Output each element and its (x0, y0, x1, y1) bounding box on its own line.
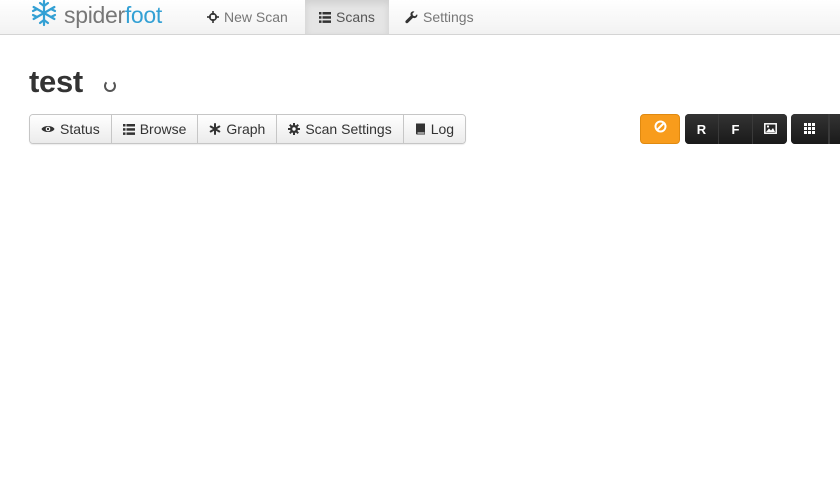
grid-icon (804, 122, 815, 137)
wrench-icon (405, 10, 418, 24)
nav-settings[interactable]: Settings (405, 0, 485, 34)
list-icon (319, 11, 331, 23)
tab-scan-settings-label: Scan Settings (305, 121, 392, 137)
brand-name: spiderfoot (64, 1, 162, 29)
view-button-group (791, 114, 840, 144)
crosshair-icon (207, 11, 219, 23)
list-icon (122, 123, 135, 135)
tab-graph[interactable]: Graph (198, 115, 278, 143)
export-f-button[interactable]: F (719, 114, 753, 144)
tab-graph-label: Graph (226, 121, 266, 137)
tab-browse-label: Browse (139, 121, 187, 137)
tab-browse[interactable]: Browse (111, 115, 199, 143)
picture-icon (763, 122, 777, 137)
tab-scan-settings[interactable]: Scan Settings (277, 115, 404, 143)
cog-icon (288, 123, 301, 135)
brand-foot-text: foot (124, 2, 163, 28)
loading-spinner-icon (104, 80, 116, 92)
export-button-group: R F (685, 114, 787, 144)
view-button-partial[interactable] (829, 114, 840, 144)
grid-view-button[interactable] (791, 114, 829, 144)
brand-logo[interactable]: spiderfoot (30, 0, 162, 30)
brand-spider-text: spider (64, 2, 125, 28)
asterisk-icon (209, 123, 221, 135)
snowflake-logo-icon (30, 0, 58, 32)
scan-tab-group: Status Browse Graph Scan Settings Log (29, 114, 467, 144)
ban-icon (654, 120, 667, 138)
eye-icon (41, 124, 55, 134)
scan-title: test (29, 64, 83, 99)
nav-scans-label: Scans (336, 9, 375, 25)
book-icon (415, 123, 426, 135)
nav-settings-label: Settings (423, 9, 474, 25)
export-image-button[interactable] (753, 114, 787, 144)
tab-status[interactable]: Status (30, 115, 112, 143)
tab-status-label: Status (60, 121, 100, 137)
top-navbar: spiderfoot New Scan Scans Settings (0, 0, 840, 35)
tab-log-label: Log (430, 121, 455, 137)
nav-scans[interactable]: Scans (305, 0, 389, 34)
abort-scan-button[interactable] (640, 114, 680, 144)
tab-log[interactable]: Log (403, 115, 466, 143)
nav-new-scan-label: New Scan (224, 9, 288, 25)
export-r-button[interactable]: R (685, 114, 719, 144)
nav-new-scan[interactable]: New Scan (207, 0, 297, 34)
